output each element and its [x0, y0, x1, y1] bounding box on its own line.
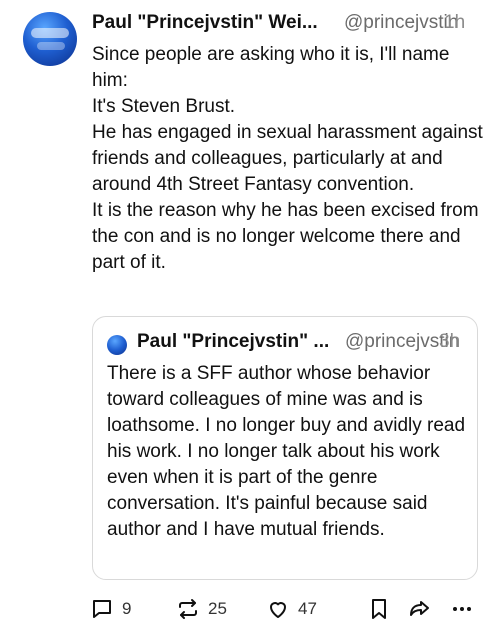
post: Paul "Princejvstin" Wei... @princejvstin… — [0, 0, 500, 625]
quoted-post-timestamp: 3h — [439, 331, 461, 352]
quoted-author-name: Paul "Princejvstin" ... — [137, 331, 330, 352]
action-bar: 9 25 47 — [90, 596, 490, 624]
reply-icon — [90, 597, 114, 621]
like-count: 47 — [298, 599, 317, 618]
quoted-post-body: There is a SFF author whose behavior tow… — [107, 363, 466, 540]
repost-button[interactable]: 25 — [176, 596, 227, 622]
author-handle[interactable]: @princejvstin — [344, 12, 458, 34]
author-name[interactable]: Paul "Princejvstin" Wei... — [92, 12, 318, 34]
post-body-line: It's Steven Brust. — [92, 96, 236, 117]
bookmark-icon — [368, 597, 390, 621]
author-avatar[interactable] — [23, 12, 77, 66]
like-icon — [266, 597, 290, 621]
share-button[interactable] — [408, 596, 432, 622]
quoted-author-avatar — [107, 335, 127, 355]
post-timestamp[interactable]: 1h — [444, 12, 465, 34]
avatar-cloud — [31, 28, 69, 38]
more-icon — [450, 597, 474, 621]
repost-icon — [176, 597, 200, 621]
post-body: Since people are asking who it is, I'll … — [92, 42, 487, 276]
post-header: Paul "Princejvstin" Wei... @princejvstin… — [92, 12, 500, 38]
quoted-post-header: Paul "Princejvstin" ... @princejvstin 3h — [137, 331, 477, 357]
quoted-post-card[interactable]: Paul "Princejvstin" ... @princejvstin 3h… — [92, 316, 478, 580]
post-body-line: Since people are asking who it is, I'll … — [92, 44, 450, 91]
more-options-button[interactable] — [450, 596, 474, 622]
bookmark-button[interactable] — [368, 596, 390, 622]
reply-count: 9 — [122, 599, 132, 618]
avatar-cloud-lower — [37, 42, 65, 50]
post-body-line: It is the reason why he has been excised… — [92, 200, 479, 273]
like-button[interactable]: 47 — [266, 596, 317, 622]
reply-button[interactable]: 9 — [90, 596, 131, 622]
repost-count: 25 — [208, 599, 227, 618]
post-body-line: He has engaged in sexual harassment agai… — [92, 122, 483, 195]
share-icon — [408, 597, 432, 621]
